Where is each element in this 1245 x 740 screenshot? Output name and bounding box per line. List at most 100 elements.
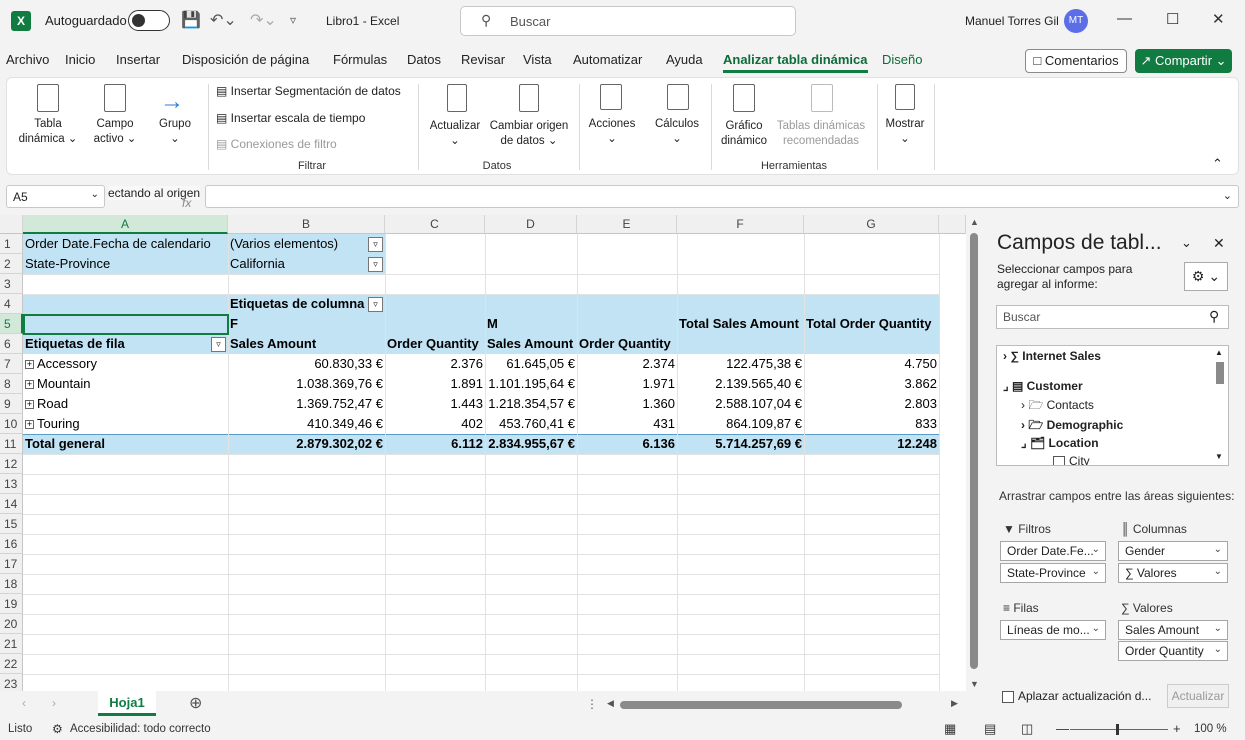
field-contacts[interactable]: › 🗁 Contacts (1021, 396, 1094, 417)
column-header-g[interactable]: G (804, 215, 939, 234)
table-cell[interactable]: 12.248 (804, 434, 937, 454)
comments-button[interactable]: □ Comentarios (1025, 49, 1127, 73)
insert-slicer-button[interactable]: ▤ Insertar Segmentación de datos (216, 84, 401, 98)
tab-revisar[interactable]: Revisar (461, 52, 505, 67)
row-header[interactable]: 21 (0, 634, 23, 654)
field-list[interactable]: › ∑ Internet Sales ⌟ ▤ Customer › 🗁 Cont… (996, 345, 1229, 466)
table-cell[interactable]: 4.750 (804, 354, 937, 374)
scroll-up-icon[interactable]: ▲ (1215, 348, 1223, 357)
row-header[interactable]: 6 (0, 334, 23, 354)
table-cell[interactable]: 2.588.107,04 € (677, 394, 802, 414)
minimize-icon[interactable]: — (1117, 10, 1132, 27)
filter-value-order-date[interactable]: (Varios elementos) (230, 234, 338, 254)
header-order-quantity-m[interactable]: Order Quantity (579, 334, 671, 354)
accessibility-icon[interactable]: ⚙ (52, 722, 63, 736)
field-city[interactable]: City (1053, 454, 1090, 465)
update-button[interactable]: Actualizar (1167, 684, 1229, 708)
mostrar-button[interactable]: Mostrar ⌄ (880, 117, 930, 147)
field-customer[interactable]: ⌟ ▤ Customer (1003, 379, 1083, 393)
row-header[interactable]: 7 (0, 354, 23, 374)
column-header-d[interactable]: D (485, 215, 577, 234)
column-labels-dropdown-icon[interactable]: ▿ (368, 297, 383, 312)
row-header[interactable]: 23 (0, 674, 23, 691)
table-cell[interactable]: 410.349,46 € (228, 414, 383, 434)
column-labels-header[interactable]: Etiquetas de columna (230, 294, 364, 314)
table-cell[interactable]: 431 (577, 414, 675, 434)
row-pill-lineas[interactable]: Líneas de mo... ⌄ (1000, 620, 1106, 640)
add-sheet-icon[interactable]: ⊕ (189, 693, 202, 713)
field-search-input[interactable]: Buscar ⚲ (996, 305, 1229, 329)
row-label-mountain[interactable]: + Mountain (25, 374, 90, 394)
column-pill-valores[interactable]: ∑ Valores ⌄ (1118, 563, 1228, 583)
filter-connections-button[interactable]: ▤ Conexiones de filtro (216, 137, 337, 151)
field-location[interactable]: ⌟ 🗂 Location (1021, 436, 1099, 450)
panel-options-icon[interactable]: ⌄ (1181, 235, 1192, 251)
row-header[interactable]: 4 (0, 294, 23, 314)
table-cell[interactable]: 122.475,38 € (677, 354, 802, 374)
table-cell[interactable]: 864.109,87 € (677, 414, 802, 434)
grafico-dinamico-button[interactable]: Gráfico dinámico (715, 119, 773, 149)
row-header[interactable]: 5 (0, 314, 23, 334)
table-cell[interactable]: 453.760,41 € (485, 414, 575, 434)
header-sales-amount-m[interactable]: Sales Amount (487, 334, 573, 354)
row-header[interactable]: 20 (0, 614, 23, 634)
table-cell[interactable]: 2.374 (577, 354, 675, 374)
value-pill-order-quantity[interactable]: Order Quantity ⌄ (1118, 641, 1228, 661)
redo-icon[interactable]: ↷⌄ (250, 10, 277, 30)
zoom-in-icon[interactable]: + (1173, 721, 1181, 736)
row-labels-dropdown-icon[interactable]: ▿ (211, 337, 226, 352)
selected-cell-a5[interactable] (23, 314, 229, 335)
tab-formulas[interactable]: Fórmulas (333, 52, 387, 67)
acciones-button[interactable]: Acciones ⌄ (583, 117, 641, 147)
table-cell[interactable]: 1.891 (385, 374, 483, 394)
actualizar-button[interactable]: Actualizar ⌄ (424, 119, 486, 149)
column-header-e[interactable]: E (577, 215, 677, 234)
row-label-accessory[interactable]: + Accessory (25, 354, 97, 374)
expand-icon[interactable]: + (25, 380, 34, 390)
column-group-f[interactable]: F (230, 314, 238, 334)
row-header[interactable]: 3 (0, 274, 23, 294)
row-header[interactable]: 19 (0, 594, 23, 614)
row-header[interactable]: 15 (0, 514, 23, 534)
table-cell[interactable]: 1.971 (577, 374, 675, 394)
insert-timeline-button[interactable]: ▤ Insertar escala de tiempo (216, 111, 365, 125)
table-cell[interactable]: 2.139.565,40 € (677, 374, 802, 394)
table-cell[interactable]: 3.862 (804, 374, 937, 394)
table-cell[interactable]: 1.038.369,76 € (228, 374, 383, 394)
table-cell[interactable]: 6.136 (577, 434, 675, 454)
row-header[interactable]: 8 (0, 374, 23, 394)
checkbox[interactable] (1002, 690, 1014, 703)
expand-icon[interactable]: + (25, 420, 34, 430)
vertical-scrollbar[interactable]: ▲ ▼ (966, 215, 983, 691)
row-header[interactable]: 1 (0, 234, 23, 254)
row-header[interactable]: 14 (0, 494, 23, 514)
tab-archivo[interactable]: Archivo (6, 52, 49, 67)
autosave-toggle[interactable] (128, 10, 170, 31)
expand-icon[interactable]: + (25, 400, 34, 410)
column-header-f[interactable]: F (677, 215, 804, 234)
avatar[interactable]: MT (1064, 9, 1088, 33)
field-internet-sales[interactable]: › ∑ Internet Sales (1003, 349, 1101, 363)
value-pill-sales-amount[interactable]: Sales Amount ⌄ (1118, 620, 1228, 640)
column-header-h[interactable] (939, 215, 966, 234)
sheet-tab-hoja1[interactable]: Hoja1 (98, 691, 156, 716)
table-cell[interactable]: 5.714.257,69 € (677, 434, 802, 454)
share-button[interactable]: ↗ Compartir ⌄ (1135, 49, 1232, 73)
table-cell[interactable]: 2.803 (804, 394, 937, 414)
customize-toolbar-icon[interactable]: ▿ (290, 13, 296, 27)
zoom-level[interactable]: 100 % (1194, 723, 1227, 735)
gear-icon[interactable]: ⚙ ⌄ (1184, 262, 1228, 291)
table-cell[interactable]: 2.879.302,02 € (228, 434, 383, 454)
select-all-corner[interactable] (0, 215, 23, 234)
scrollbar-thumb[interactable] (970, 233, 978, 669)
table-cell[interactable]: 402 (385, 414, 483, 434)
normal-view-icon[interactable]: ▦ (944, 721, 956, 737)
filter-pill-order-date[interactable]: Order Date.Fe... ⌄ (1000, 541, 1106, 561)
tab-ayuda[interactable]: Ayuda (666, 52, 703, 67)
scroll-right-icon[interactable]: ▶ (951, 698, 958, 709)
panel-close-icon[interactable]: ✕ (1213, 235, 1225, 252)
filter-pill-state-province[interactable]: State-Province ⌄ (1000, 563, 1106, 583)
tab-automatizar[interactable]: Automatizar (573, 52, 642, 67)
field-demographic[interactable]: › 🗁 Demographic (1021, 416, 1123, 437)
tab-inicio[interactable]: Inicio (65, 52, 95, 67)
